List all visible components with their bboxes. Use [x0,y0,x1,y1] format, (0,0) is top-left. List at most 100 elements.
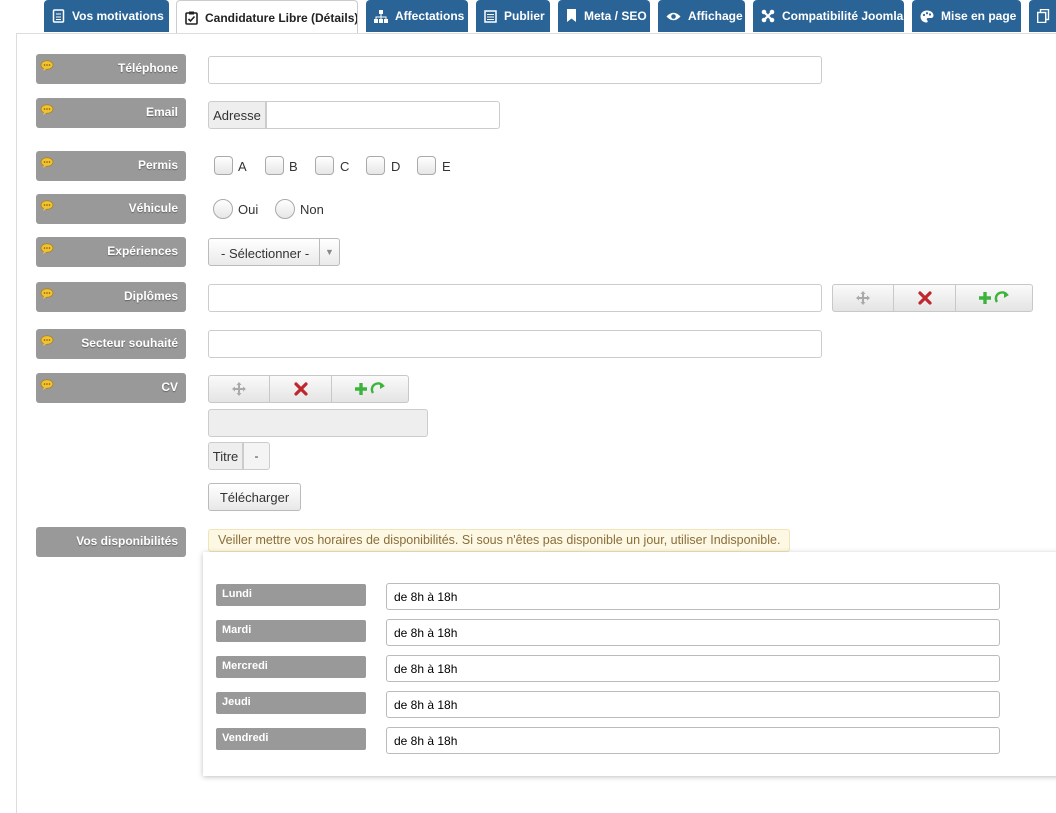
checklist-icon [185,11,198,25]
add-button[interactable] [332,375,409,403]
permis-d-label: D [391,159,401,174]
tab-affectations[interactable]: Affectations [366,0,468,32]
tab-mise-en-page[interactable]: Mise en page [912,0,1021,32]
tab-more[interactable] [1029,0,1056,32]
speech-bubble-icon [40,379,54,390]
permis-a-label: A [238,159,247,174]
mercredi-hours-input[interactable] [386,655,1000,682]
label-text: Vos disponibilités [76,534,178,548]
tab-affichage[interactable]: Affichage [658,0,745,32]
tab-bar: Vos motivations Candidature Libre (Détai… [0,0,1056,34]
tab-label: Publier [504,9,545,23]
copy-icon [1037,9,1050,23]
tab-label: Candidature Libre (Détails) [205,10,358,25]
permis-b-label: B [289,159,298,174]
email-prefix-addon: Adresse [208,101,266,129]
eye-icon [666,12,681,20]
permis-e-label: E [442,159,451,174]
cv-titre-value: - [243,442,270,470]
telephone-input[interactable] [208,56,822,84]
field-label-experiences: Expériences [36,237,186,267]
document-icon [52,9,65,23]
label-text: Diplômes [123,289,178,303]
email-input[interactable] [266,101,500,129]
sitemap-icon [374,9,388,23]
field-label-telephone: Téléphone [36,54,186,84]
delete-button[interactable] [270,375,332,403]
field-label-vehicule: Véhicule [36,194,186,224]
vehicule-oui-label: Oui [238,202,259,217]
add-button[interactable] [956,284,1033,312]
label-text: Permis [137,158,178,172]
permis-d-checkbox[interactable] [366,156,385,175]
close-icon [293,382,308,396]
secteur-input[interactable] [208,330,822,358]
telecharger-button[interactable]: Télécharger [208,483,301,511]
day-label-lundi: Lundi [216,584,366,606]
field-label-secteur: Secteur souhaité [36,329,186,359]
day-label-vendredi: Vendredi [216,728,366,750]
speech-bubble-icon [40,200,54,211]
bookmark-icon [567,9,576,22]
day-label-mardi: Mardi [216,620,366,642]
tab-candidature-libre[interactable]: Candidature Libre (Détails) [176,0,358,34]
cv-titre-addon: Titre [208,442,243,470]
speech-bubble-icon [40,243,54,254]
cv-actions [208,375,409,403]
diplomes-input[interactable] [208,284,822,312]
tab-label: Affichage [688,9,743,23]
permis-b-checkbox[interactable] [265,156,284,175]
field-label-email: Email [36,98,186,128]
vehicule-non-radio[interactable] [275,199,295,219]
speech-bubble-icon [40,288,54,299]
label-text: Secteur souhaité [81,336,178,350]
label-text: Email [145,105,178,119]
jeudi-hours-input[interactable] [386,691,1000,718]
vendredi-hours-input[interactable] [386,727,1000,754]
tab-label: Meta / SEO [584,9,647,23]
tab-vos-motivations[interactable]: Vos motivations [44,0,169,32]
mardi-hours-input[interactable] [386,619,1000,646]
label-text: Expériences [107,244,178,258]
field-label-cv: CV [36,373,186,403]
permis-a-checkbox[interactable] [214,156,233,175]
label-text: Véhicule [128,201,178,215]
calendar-icon [484,9,497,23]
move-icon [856,291,870,305]
tab-label: Mise en page [941,9,1017,23]
day-label-mercredi: Mercredi [216,656,366,678]
delete-button[interactable] [894,284,956,312]
disponibilites-notice: Veiller mettre vos horaires de disponibi… [208,529,791,552]
close-icon [917,291,932,305]
vehicule-oui-radio[interactable] [213,199,233,219]
chevron-down-icon: ▼ [319,239,339,265]
speech-bubble-icon [40,157,54,168]
permis-e-checkbox[interactable] [417,156,436,175]
tab-label: Compatibilité Joomla [782,9,904,23]
add-refresh-icon [355,382,385,395]
experiences-select[interactable]: - Sélectionner - ▼ [208,238,340,266]
move-button[interactable] [208,375,270,403]
tab-compatibilite-joomla[interactable]: Compatibilité Joomla [753,0,904,32]
joomla-icon [761,9,775,23]
tab-label: Vos motivations [72,9,164,23]
permis-c-label: C [340,159,350,174]
move-button[interactable] [832,284,894,312]
tab-publier[interactable]: Publier [476,0,550,32]
add-refresh-icon [979,291,1009,304]
speech-bubble-icon [40,60,54,71]
field-label-disponibilites: Vos disponibilités [36,527,186,557]
field-label-diplomes: Diplômes [36,282,186,312]
label-text: Téléphone [117,61,178,75]
tab-meta-seo[interactable]: Meta / SEO [558,0,650,32]
permis-c-checkbox[interactable] [315,156,334,175]
day-label-jeudi: Jeudi [216,692,366,714]
vehicule-non-label: Non [300,202,324,217]
cv-file-preview [208,409,428,437]
diplomes-actions [832,284,1033,312]
lundi-hours-input[interactable] [386,583,1000,610]
palette-icon [920,10,934,22]
speech-bubble-icon [40,335,54,346]
move-icon [232,382,246,396]
label-text: CV [161,380,178,394]
